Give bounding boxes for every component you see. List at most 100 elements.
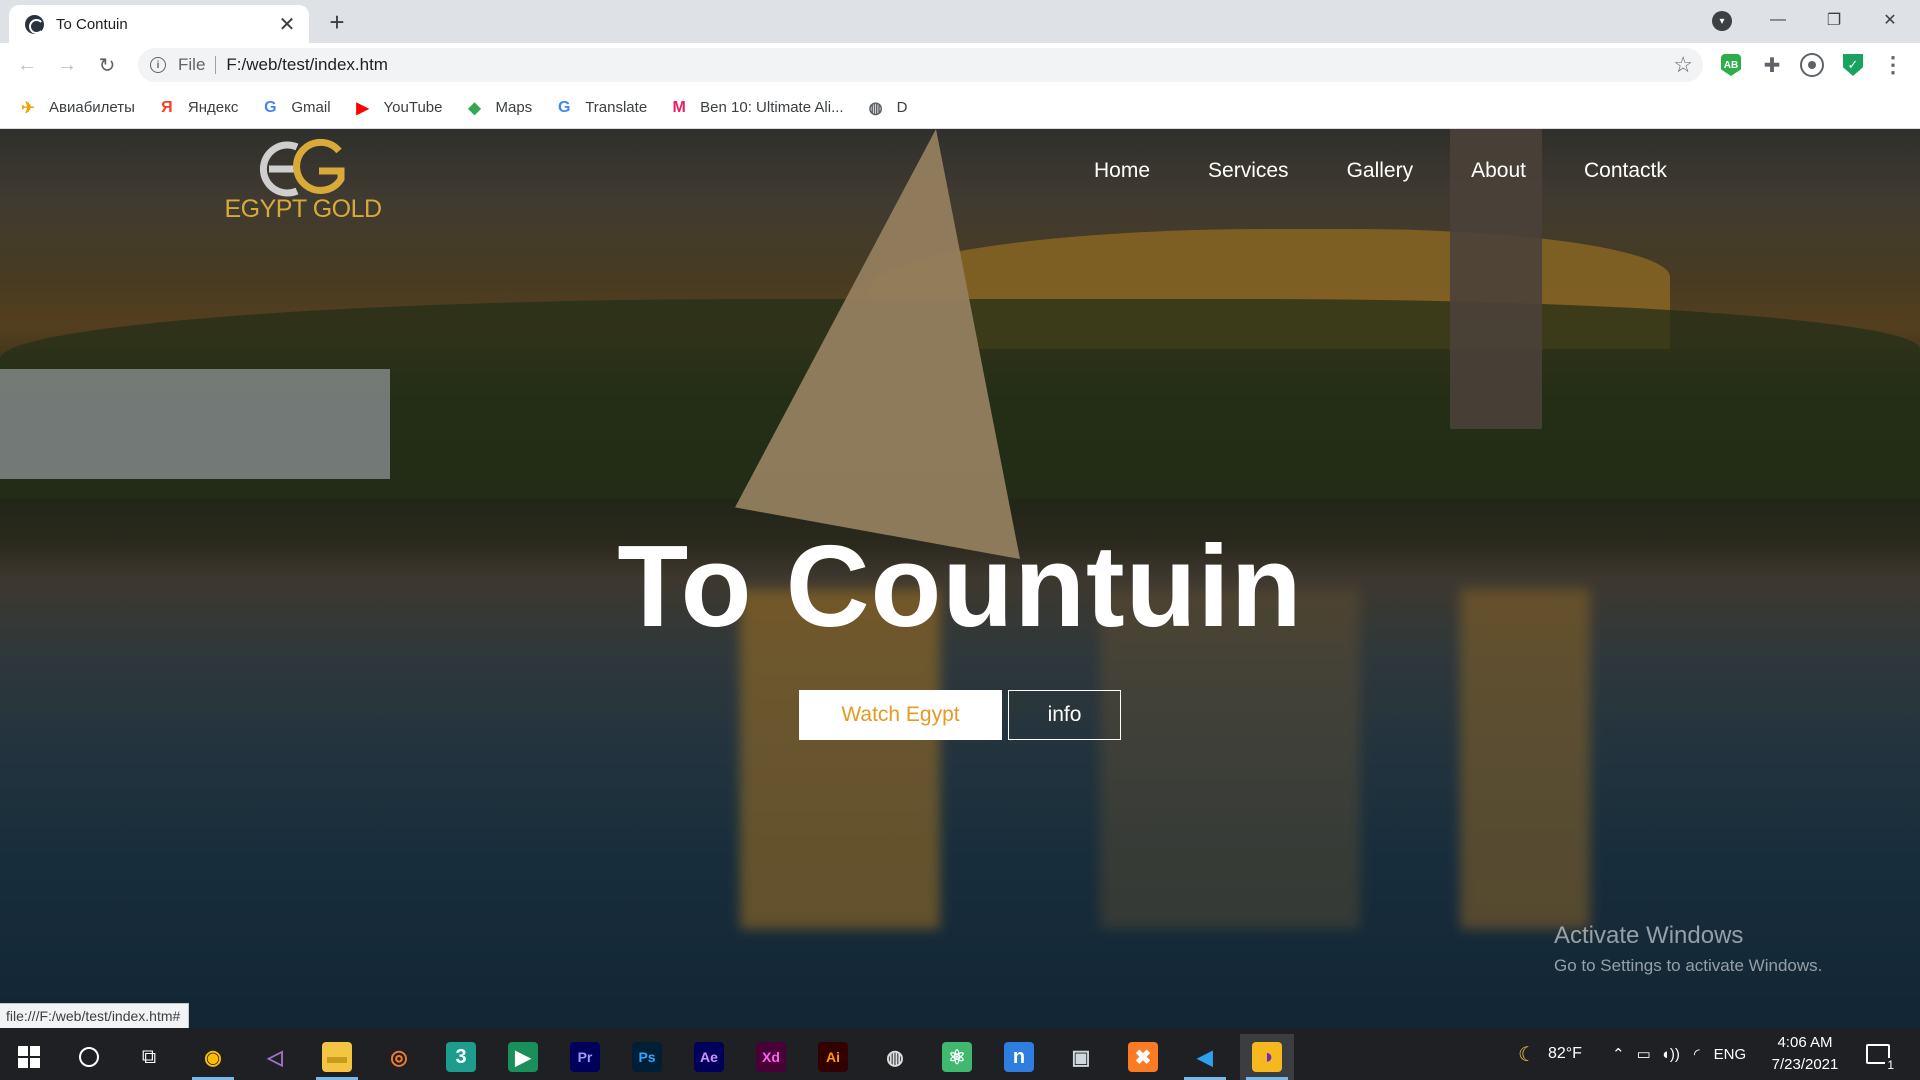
battery-icon[interactable]: ▭: [1637, 1045, 1651, 1063]
taskbar-app[interactable]: 3: [434, 1034, 488, 1080]
activate-windows-watermark: Activate Windows Go to Settings to activ…: [1554, 922, 1822, 976]
bookmark-label: Translate: [585, 99, 648, 116]
back-icon[interactable]: ←: [11, 49, 43, 81]
nav-link-services[interactable]: Services: [1208, 159, 1289, 183]
tab-search-icon[interactable]: ▾: [1712, 11, 1732, 31]
tab-strip: To Contuin ✕ + ▾ — ❐ ✕: [0, 0, 1920, 43]
profile-icon[interactable]: [1800, 53, 1824, 77]
taskbar-app[interactable]: ◀: [1178, 1034, 1232, 1080]
chevron-up-icon[interactable]: ⌃: [1612, 1045, 1625, 1063]
logo-text: EGYPT GOLD: [224, 195, 382, 223]
wifi-icon[interactable]: ◜: [1694, 1045, 1700, 1063]
tor-browser-icon: ◑: [1252, 1042, 1282, 1072]
taskbar-app[interactable]: Pr: [558, 1034, 612, 1080]
taskbar-app[interactable]: ◍: [868, 1034, 922, 1080]
taskbar-app[interactable]: Ai: [806, 1034, 860, 1080]
site-logo[interactable]: EGYPT GOLD: [218, 139, 388, 223]
taskbar-app[interactable]: ▬: [310, 1034, 364, 1080]
file-explorer-icon: ▬: [322, 1042, 352, 1072]
bookmark-item[interactable]: M Ben 10: Ultimate Ali...: [669, 98, 844, 118]
taskbar-app[interactable]: ✖: [1116, 1034, 1170, 1080]
windows-logo-icon: [18, 1046, 40, 1068]
url-text[interactable]: F:/web/test/index.htm: [226, 55, 388, 75]
weather-temp: 82°F: [1547, 1045, 1582, 1062]
menu-kebab-icon[interactable]: ⋮: [1880, 52, 1906, 78]
taskbar-app[interactable]: ▶: [496, 1034, 550, 1080]
site-navigation: Home Services Gallery About Contactk: [1094, 159, 1725, 183]
task-view-button[interactable]: ⧉: [122, 1034, 176, 1080]
search-button[interactable]: [62, 1034, 116, 1080]
bookmark-label: Gmail: [291, 99, 331, 116]
hero-title: To Countuin: [617, 521, 1303, 651]
tab-title: To Contuin: [56, 15, 128, 33]
weather-widget[interactable]: ☾ 82°F: [1518, 1028, 1582, 1080]
close-window-button[interactable]: ✕: [1862, 0, 1918, 40]
browser-tab[interactable]: To Contuin ✕: [9, 5, 309, 43]
ben10-icon: M: [672, 98, 686, 116]
blender-icon: ◎: [390, 1046, 408, 1069]
browser-toolbar: ← → ↻ i File F:/web/test/index.htm ☆ AB …: [0, 43, 1920, 87]
taskbar-app[interactable]: ▣: [1054, 1034, 1108, 1080]
bookmark-item[interactable]: ✈ Авиабилеты: [18, 98, 135, 118]
bookmark-label: YouTube: [383, 99, 443, 116]
bookmark-item[interactable]: G Translate: [554, 98, 647, 118]
address-bar[interactable]: i File F:/web/test/index.htm ☆: [138, 48, 1703, 82]
minimize-button[interactable]: —: [1750, 0, 1806, 40]
adobe-xd-icon: Xd: [756, 1042, 786, 1072]
yandex-icon: Я: [161, 98, 173, 116]
forward-icon[interactable]: →: [51, 49, 83, 81]
xampp-icon: ✖: [1128, 1042, 1158, 1072]
watch-egypt-button[interactable]: Watch Egypt: [799, 690, 1002, 740]
extensions-icon[interactable]: ✚: [1759, 52, 1785, 78]
start-button[interactable]: [2, 1034, 56, 1080]
bookmark-item[interactable]: ▶ YouTube: [353, 98, 443, 118]
illustrator-icon: Ai: [818, 1042, 848, 1072]
info-button[interactable]: info: [1008, 690, 1121, 740]
status-bar-url: file:///F:/web/test/index.htm#: [0, 1003, 190, 1029]
site-info-icon[interactable]: i: [150, 57, 166, 73]
adblock-icon[interactable]: AB: [1721, 54, 1741, 76]
taskbar-app[interactable]: ◎: [372, 1034, 426, 1080]
notification-center[interactable]: 1: [1866, 1028, 1896, 1080]
youtube-icon: ▶: [356, 99, 369, 117]
shield-check-icon[interactable]: ✓: [1843, 54, 1863, 76]
taskbar-app[interactable]: n: [992, 1034, 1046, 1080]
nav-link-gallery[interactable]: Gallery: [1347, 159, 1414, 183]
vscode-icon: ◀: [1197, 1046, 1213, 1069]
nav-link-about[interactable]: About: [1471, 159, 1526, 183]
page-viewport: EGYPT GOLD Home Services Gallery About Conta…: [0, 129, 1920, 1028]
tab-close-icon[interactable]: ✕: [277, 14, 297, 36]
notification-icon: 1: [1866, 1044, 1896, 1072]
volume-icon[interactable]: ◖)): [1661, 1046, 1680, 1063]
bookmark-item[interactable]: G Gmail: [260, 98, 330, 118]
taskbar-app[interactable]: ◁: [248, 1034, 302, 1080]
google-icon: G: [264, 98, 277, 116]
clock[interactable]: 4:06 AM 7/23/2021: [1760, 1032, 1850, 1076]
taskbar-app[interactable]: Ps: [620, 1034, 674, 1080]
taskbar-app[interactable]: ⚛: [930, 1034, 984, 1080]
obs-icon: ◍: [886, 1046, 904, 1069]
bookmark-star-icon[interactable]: ☆: [1673, 52, 1693, 78]
activate-subtitle: Go to Settings to activate Windows.: [1554, 956, 1823, 975]
taskbar-app[interactable]: Xd: [744, 1034, 798, 1080]
translate-icon: G: [557, 98, 571, 116]
nav-link-home[interactable]: Home: [1094, 159, 1150, 183]
maximize-button[interactable]: ❐: [1806, 0, 1862, 40]
bookmark-label: Авиабилеты: [49, 99, 135, 116]
taskbar-app[interactable]: ◑: [1240, 1034, 1294, 1080]
chrome-icon: ◉: [204, 1046, 222, 1069]
reload-icon[interactable]: ↻: [91, 49, 123, 81]
airplane-icon: ✈: [21, 99, 35, 117]
after-effects-icon: Ae: [694, 1042, 724, 1072]
windows-taskbar: ⧉ ◉ ◁ ▬ ◎ 3 ▶ Pr Ps Ae Xd Ai ◍ ⚛ n ▣ ✖ ◀ ◑ ☾ 82°F ⌃ ▭ ◖))…: [0, 1028, 1920, 1080]
language-indicator[interactable]: ENG: [1714, 1046, 1747, 1063]
bookmark-item[interactable]: Я Яндекс: [157, 98, 238, 118]
bookmark-item[interactable]: ◍ D: [866, 98, 908, 118]
taskbar-app[interactable]: Ae: [682, 1034, 736, 1080]
new-tab-button[interactable]: +: [322, 7, 352, 37]
taskbar-app[interactable]: ◉: [186, 1034, 240, 1080]
3dsmax-icon: 3: [446, 1042, 476, 1072]
nav-link-contactk[interactable]: Contactk: [1584, 159, 1667, 183]
bookmark-item[interactable]: ◆ Maps: [465, 98, 532, 118]
remote-desktop-icon: ▣: [1071, 1046, 1091, 1069]
